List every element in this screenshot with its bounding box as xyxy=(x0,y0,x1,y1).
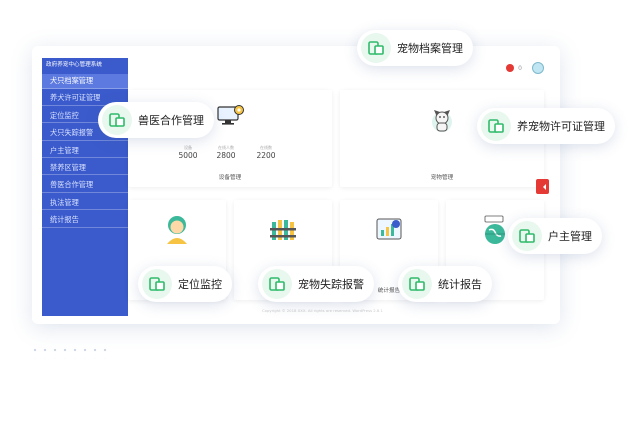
callout-label: 户主管理 xyxy=(548,230,592,243)
callout-label: 宠物档案管理 xyxy=(397,42,463,55)
callout-statistics: 统计报告 xyxy=(398,266,492,302)
callout-vet-cooperation: 兽医合作管理 xyxy=(98,102,214,138)
sidebar-item-vet-cooperation[interactable]: 兽医合作管理 xyxy=(42,178,128,193)
topbar-actions: 0 xyxy=(506,62,544,74)
sidebar-item-enforcement[interactable]: 执法管理 xyxy=(42,196,128,211)
globe-icon xyxy=(480,214,510,246)
sidebar-item-owner-management[interactable]: 户主管理 xyxy=(42,144,128,159)
device-icon xyxy=(102,105,132,135)
device-icon xyxy=(481,111,511,141)
device-icon xyxy=(361,33,391,63)
pet-card-title: 宠物管理 xyxy=(430,175,454,181)
callout-lost-alarm: 宠物失踪报警 xyxy=(258,266,374,302)
sidebar-nav: 犬只档案管理 养犬许可证管理 定位监控 犬只失踪报警 户主管理 禁养区管理 兽医… xyxy=(42,74,128,231)
callout-label: 兽医合作管理 xyxy=(138,114,204,127)
dot-pattern xyxy=(30,345,110,359)
avatar[interactable] xyxy=(532,62,544,74)
notification-icon[interactable] xyxy=(506,64,515,72)
sidebar-item-statistics[interactable]: 统计报告 xyxy=(42,213,128,228)
callout-label: 宠物失踪报警 xyxy=(298,278,364,291)
device-card-title: 设备管理 xyxy=(218,175,242,181)
fence-icon xyxy=(268,214,298,244)
stat-devices: 设备 5000 xyxy=(178,145,198,160)
stat-online-count: 在线数 2200 xyxy=(256,145,276,160)
monitor-gear-icon xyxy=(216,104,246,128)
stat-online-people: 在线人数 2800 xyxy=(216,145,236,160)
device-icon xyxy=(142,269,172,299)
callout-owner-management: 户主管理 xyxy=(508,218,602,254)
device-icon xyxy=(402,269,432,299)
callout-pet-license: 养宠物许可证管理 xyxy=(477,108,615,144)
app-title: 政府养宠中心管理系统 xyxy=(46,62,102,68)
person-icon xyxy=(164,214,190,246)
device-icon xyxy=(262,269,292,299)
device-icon xyxy=(512,221,542,251)
callout-pet-records: 宠物档案管理 xyxy=(357,30,473,66)
notification-count: 0 xyxy=(518,64,522,72)
chart-icon xyxy=(374,214,404,244)
callout-label: 统计报告 xyxy=(438,278,482,291)
sidebar-item-dog-records[interactable]: 犬只档案管理 xyxy=(42,74,128,89)
callout-label: 养宠物许可证管理 xyxy=(517,120,605,133)
sidebar-item-banned-zone[interactable]: 禁养区管理 xyxy=(42,161,128,176)
sidebar: 政府养宠中心管理系统 犬只档案管理 养犬许可证管理 定位监控 犬只失踪报警 户主… xyxy=(42,58,128,316)
footer-copyright: Copyright © 2018 XXX. All rights are res… xyxy=(262,308,383,313)
callout-location-monitor: 定位监控 xyxy=(138,266,232,302)
callout-label: 定位监控 xyxy=(178,278,222,291)
collapse-button[interactable] xyxy=(536,179,549,194)
dog-icon xyxy=(428,104,456,134)
